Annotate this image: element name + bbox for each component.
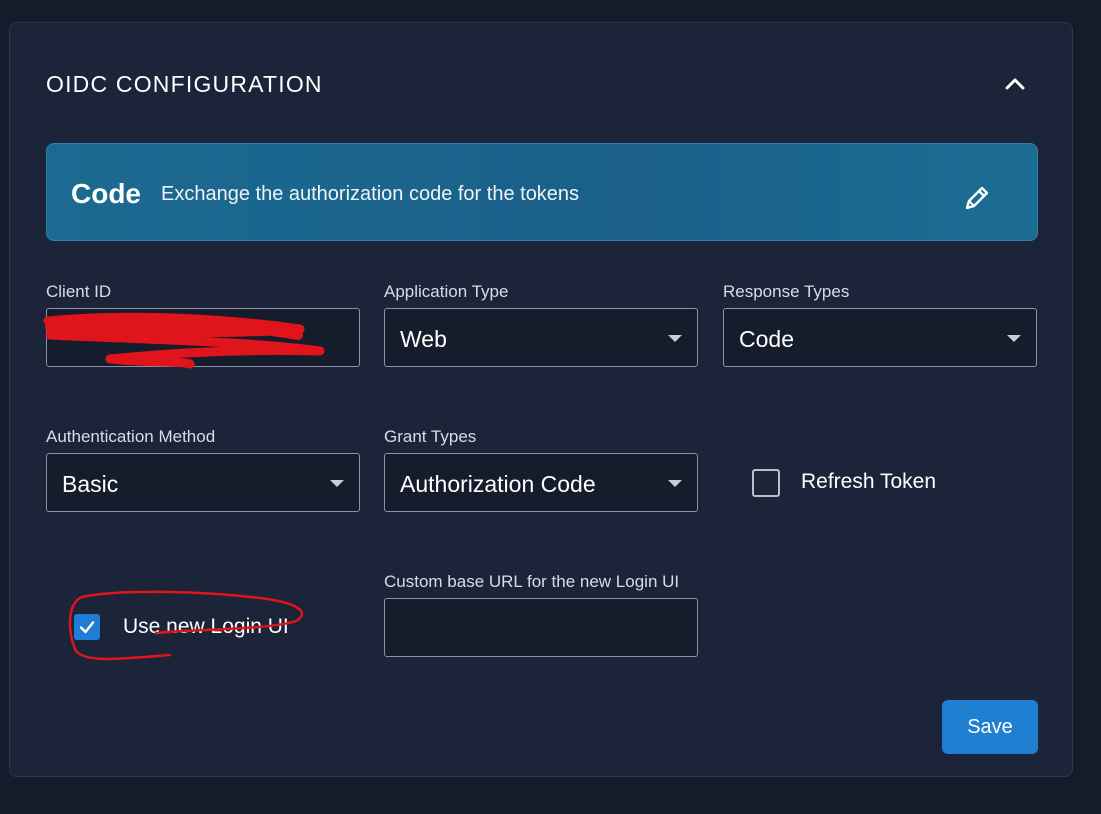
banner-description: Exchange the authorization code for the … [161,183,580,205]
grant-type-banner: Code Exchange the authorization code for… [46,143,1038,241]
authentication-method-select[interactable]: Basic [46,453,360,512]
grant-types-value: Authorization Code [400,471,596,497]
grant-types-label: Grant Types [384,427,477,446]
response-types-select[interactable]: Code [723,308,1037,367]
application-type-value: Web [400,326,447,352]
checkmark-icon [79,621,95,634]
response-types-label: Response Types [723,282,850,301]
client-id-field[interactable] [46,308,360,367]
use-new-login-ui-checkbox[interactable] [74,614,100,640]
refresh-token-label: Refresh Token [801,470,937,493]
chevron-up-icon [1005,78,1025,90]
application-type-label: Application Type [384,282,509,301]
caret-down-icon [668,335,682,342]
application-type-select[interactable]: Web [384,308,698,367]
use-new-login-ui-label: Use new Login UI [123,615,289,638]
redaction-scribble [43,312,325,369]
pencil-icon [965,186,989,210]
save-button[interactable]: Save [942,700,1038,754]
custom-base-url-label: Custom base URL for the new Login UI [384,572,680,591]
caret-down-icon [668,480,682,487]
grant-types-select[interactable]: Authorization Code [384,453,698,512]
caret-down-icon [330,480,344,487]
oidc-configuration-card: OIDC CONFIGURATION Code Exchange the aut… [9,22,1073,777]
caret-down-icon [1007,335,1021,342]
client-id-label: Client ID [46,282,112,301]
collapse-button[interactable] [1000,69,1030,99]
response-types-value: Code [739,326,794,352]
banner-title: Code [71,178,141,209]
authentication-method-value: Basic [62,471,119,497]
section-title: OIDC CONFIGURATION [46,71,323,97]
custom-base-url-input[interactable] [384,598,698,657]
edit-button[interactable] [959,180,995,216]
annotation-ellipse [68,590,304,661]
authentication-method-label: Authentication Method [46,427,216,446]
refresh-token-checkbox[interactable] [752,469,780,497]
